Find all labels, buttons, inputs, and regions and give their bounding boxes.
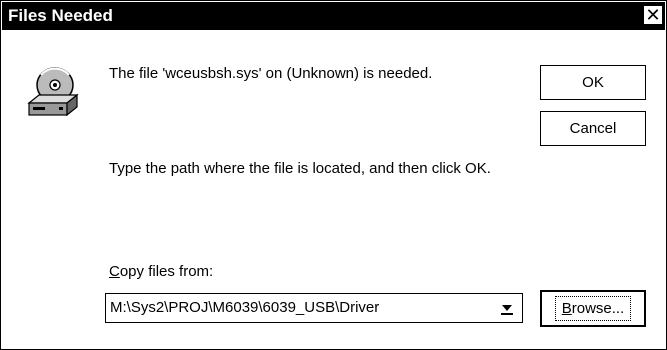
copy-path-combobox[interactable]: M:\Sys2\PROJ\M6039\6039_USB\Driver <box>105 293 523 323</box>
copy-files-from-label: Copy files from: <box>109 263 213 280</box>
disk-drive-cd-icon <box>25 65 79 119</box>
ok-button[interactable]: OK <box>540 65 646 100</box>
copy-path-value[interactable]: M:\Sys2\PROJ\M6039\6039_USB\Driver <box>110 299 379 316</box>
files-needed-dialog: Files Needed ✕ The file 'wceusbsh.sys' o… <box>0 0 667 350</box>
copy-label-accelerator: C <box>109 263 120 280</box>
browse-button[interactable]: Browse... <box>540 290 646 327</box>
cancel-button[interactable]: Cancel <box>540 111 646 146</box>
chevron-down-icon <box>501 305 513 315</box>
close-button[interactable]: ✕ <box>643 5 663 25</box>
needed-file-message: The file 'wceusbsh.sys' on (Unknown) is … <box>109 65 433 82</box>
dialog-title: Files Needed <box>8 6 113 25</box>
browse-button-focus: Browse... <box>554 296 632 321</box>
close-icon: ✕ <box>645 5 661 25</box>
cancel-button-label: Cancel <box>569 120 617 137</box>
ok-button-label: OK <box>582 74 604 91</box>
browse-accelerator: B <box>561 300 572 317</box>
title-bar[interactable]: Files Needed ✕ <box>2 2 665 30</box>
combobox-dropdown-button[interactable] <box>495 297 519 319</box>
instruction-text: Type the path where the file is located,… <box>109 160 491 177</box>
copy-label-text: opy files from: <box>119 263 214 280</box>
browse-button-label: rowse... <box>571 300 625 317</box>
